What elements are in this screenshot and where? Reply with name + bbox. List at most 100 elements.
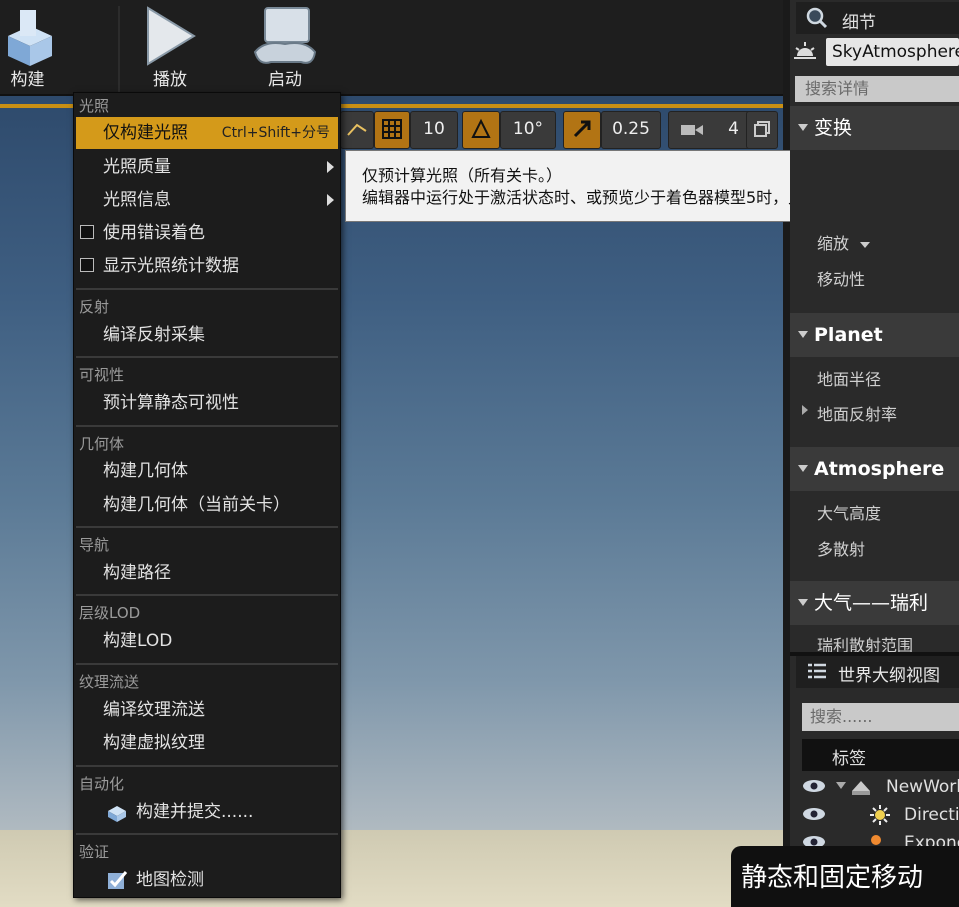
section-lighting: 光照 bbox=[79, 97, 110, 115]
details-panel: 细节 SkyAtmosphere 搜索详情 变换 缩放 移动性 Planet 地… bbox=[790, 0, 959, 652]
camera-speed-value: 4 bbox=[728, 119, 739, 139]
scale-property[interactable]: 缩放 bbox=[817, 230, 871, 254]
play-label: 播放 bbox=[153, 70, 187, 90]
menu-divider bbox=[76, 356, 338, 358]
multi-scattering-property[interactable]: 多散射 bbox=[817, 536, 865, 560]
ground-radius-property[interactable]: 地面半径 bbox=[817, 366, 881, 390]
collapse-arrow-icon bbox=[798, 599, 808, 606]
play-button[interactable]: 播放 bbox=[130, 0, 210, 96]
atmosphere-height-property[interactable]: 大气高度 bbox=[817, 500, 881, 524]
section-texture-streaming: 纹理流送 bbox=[79, 673, 140, 691]
menu-item-label: 使用错误着色 bbox=[103, 223, 205, 243]
outliner-row[interactable]: NewWorl bbox=[798, 774, 959, 800]
section-geometry: 几何体 bbox=[79, 435, 125, 453]
build-submit-icon bbox=[108, 806, 126, 822]
grid-icon bbox=[382, 119, 402, 139]
eye-icon[interactable] bbox=[802, 806, 826, 822]
menu-item-map-check[interactable]: 地图检测 bbox=[76, 864, 338, 896]
submenu-arrow-icon bbox=[327, 161, 334, 173]
chevron-down-icon bbox=[860, 241, 871, 248]
checkbox-icon[interactable] bbox=[80, 225, 94, 239]
outliner-row-label: Directic bbox=[904, 805, 959, 825]
menu-divider bbox=[76, 288, 338, 290]
menu-item-build-lighting-only[interactable]: 仅构建光照 Ctrl+Shift+分号 bbox=[76, 117, 338, 149]
gamepad-icon bbox=[253, 7, 317, 64]
actor-name-field[interactable]: SkyAtmosphere bbox=[826, 38, 959, 66]
menu-item-label: 光照质量 bbox=[103, 157, 171, 177]
menu-item-precompute-static-visibility[interactable]: 预计算静态可视性 bbox=[76, 387, 338, 419]
submenu-arrow-icon bbox=[327, 194, 334, 206]
menu-item-label: 构建几何体 bbox=[103, 461, 188, 481]
menu-divider bbox=[76, 594, 338, 596]
menu-divider bbox=[76, 833, 338, 835]
outliner-search-input[interactable]: 搜索...... bbox=[802, 703, 959, 731]
surface-snap-button[interactable] bbox=[340, 111, 374, 149]
scale-snap-toggle[interactable] bbox=[563, 111, 601, 149]
grid-snap-toggle[interactable] bbox=[374, 111, 410, 149]
category-title: 大气——瑞利 bbox=[814, 592, 929, 614]
menu-item-label: 光照信息 bbox=[103, 190, 171, 210]
outliner-row-label: NewWorl bbox=[886, 777, 959, 797]
build-dropdown-menu: 光照 仅构建光照 Ctrl+Shift+分号 光照质量 光照信息 使用错误着色 … bbox=[73, 92, 341, 898]
menu-divider bbox=[76, 425, 338, 427]
rayleigh-scattering-scale-property[interactable]: 瑞利散射范围 bbox=[817, 632, 913, 652]
tab-details[interactable]: 细节 bbox=[796, 2, 959, 34]
main-toolbar: 构建 播放 启动 bbox=[0, 0, 783, 96]
menu-item-build-paths[interactable]: 构建路径 bbox=[76, 557, 338, 589]
launch-button[interactable]: 启动 bbox=[245, 0, 325, 96]
sky-atmosphere-icon bbox=[794, 42, 816, 59]
menu-item-build-geometry[interactable]: 构建几何体 bbox=[76, 455, 338, 487]
menu-item-shortcut: Ctrl+Shift+分号 bbox=[221, 125, 330, 141]
maximize-icon bbox=[754, 121, 770, 137]
menu-item-label: 构建LOD bbox=[103, 631, 173, 651]
collapse-arrow-icon[interactable] bbox=[836, 782, 846, 789]
menu-item-label: 预计算静态可视性 bbox=[103, 393, 239, 413]
ground-albedo-property[interactable]: 地面反射率 bbox=[817, 401, 897, 425]
scale-snap-value[interactable]: 0.25 bbox=[601, 111, 661, 149]
world-icon bbox=[852, 781, 870, 795]
outliner-column-header[interactable]: 标签 bbox=[802, 739, 959, 771]
menu-item-label: 构建几何体（当前关卡） bbox=[103, 495, 290, 515]
menu-item-show-lighting-stats[interactable]: 显示光照统计数据 bbox=[76, 250, 338, 282]
rotation-snap-toggle[interactable] bbox=[462, 111, 500, 149]
details-search-input[interactable]: 搜索详情 bbox=[795, 76, 959, 102]
list-icon bbox=[808, 663, 826, 679]
section-visibility: 可视性 bbox=[79, 366, 125, 384]
mobility-property[interactable]: 移动性 bbox=[817, 266, 865, 290]
menu-item-build-reflection-captures[interactable]: 编译反射采集 bbox=[76, 319, 338, 351]
checkbox-icon[interactable] bbox=[80, 258, 94, 272]
menu-item-build-geometry-current-level[interactable]: 构建几何体（当前关卡） bbox=[76, 489, 338, 521]
menu-item-build-and-submit[interactable]: 构建并提交...... bbox=[76, 796, 338, 828]
menu-item-label: 显示光照统计数据 bbox=[103, 256, 239, 276]
category-rayleigh[interactable]: 大气——瑞利 bbox=[790, 581, 959, 625]
menu-item-use-error-coloring[interactable]: 使用错误着色 bbox=[76, 217, 338, 249]
column-label: 标签 bbox=[832, 749, 866, 769]
rotation-snap-value[interactable]: 10° bbox=[500, 111, 556, 149]
launch-label: 启动 bbox=[268, 70, 302, 90]
expand-arrow-icon[interactable] bbox=[802, 405, 808, 415]
collapse-arrow-icon bbox=[798, 331, 808, 338]
outliner-tab-title: 世界大纲视图 bbox=[838, 666, 940, 686]
tab-world-outliner[interactable]: 世界大纲视图 bbox=[796, 656, 959, 688]
menu-item-lighting-info[interactable]: 光照信息 bbox=[76, 184, 338, 216]
maximize-viewport-button[interactable] bbox=[746, 111, 778, 149]
menu-item-label: 构建路径 bbox=[103, 563, 171, 583]
eye-icon[interactable] bbox=[802, 778, 826, 794]
grid-snap-value[interactable]: 10 bbox=[410, 111, 458, 149]
directional-light-icon bbox=[870, 805, 890, 825]
menu-item-build-virtual-textures[interactable]: 构建虚拟纹理 bbox=[76, 727, 338, 759]
category-planet[interactable]: Planet bbox=[790, 313, 959, 357]
menu-item-build-lod[interactable]: 构建LOD bbox=[76, 625, 338, 657]
category-atmosphere[interactable]: Atmosphere bbox=[790, 447, 959, 491]
category-title: 变换 bbox=[814, 117, 853, 139]
menu-item-build-texture-streaming[interactable]: 编译纹理流送 bbox=[76, 694, 338, 726]
menu-item-lighting-quality[interactable]: 光照质量 bbox=[76, 151, 338, 183]
camera-speed-button[interactable]: 4 bbox=[668, 111, 752, 149]
toolbar-divider bbox=[118, 6, 120, 92]
outliner-row[interactable]: Directic bbox=[798, 802, 959, 828]
category-transform[interactable]: 变换 bbox=[790, 106, 959, 150]
build-button[interactable]: 构建 bbox=[0, 0, 75, 96]
collapse-arrow-icon bbox=[798, 124, 808, 131]
menu-divider bbox=[76, 765, 338, 767]
section-navigation: 导航 bbox=[79, 536, 110, 554]
